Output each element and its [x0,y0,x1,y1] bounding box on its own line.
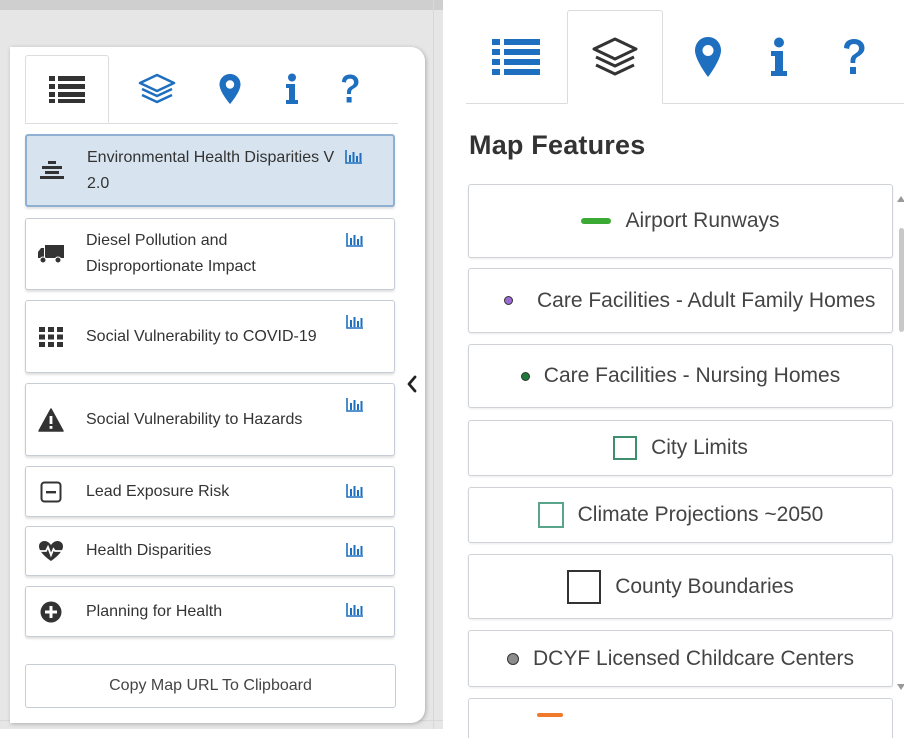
feature-nursing-homes[interactable]: Care Facilities - Nursing Homes [468,344,893,408]
feature-childcare-centers[interactable]: DCYF Licensed Childcare Centers [468,630,893,687]
green-dot-icon [520,371,530,381]
feature-label: Care Facilities - Nursing Homes [543,364,841,387]
layers-icon [592,37,638,76]
page-title: Map Features [469,130,646,160]
feature-label: City Limits [651,436,748,459]
map-marker-icon [695,36,721,77]
square-symbol-icon [613,436,638,460]
layer-button-health-disparities[interactable]: Health Disparities [25,526,395,576]
bar-chart-icon[interactable] [346,233,364,247]
chevron-left-icon[interactable] [404,374,420,394]
map-marker-icon [219,74,241,104]
bar-chart-icon[interactable] [346,398,364,412]
info-icon [286,73,298,104]
warning-icon [38,407,64,433]
minus-square-icon [38,479,64,505]
layers-icon [138,73,176,104]
plus-circle-icon [38,599,64,625]
list-icon [49,76,85,103]
feature-partial-row[interactable] [468,698,893,738]
feature-label: County Boundaries [615,574,794,598]
scrollbar-thumb[interactable] [899,228,904,332]
bar-chart-icon[interactable] [346,315,364,329]
layer-label: Lead Exposure Risk [86,482,230,500]
layer-label: Health Disparities [86,542,212,559]
tab-layers[interactable] [125,55,189,123]
layer-label: Social Vulnerability to COVID-19 [86,327,317,345]
layer-button-lead-exposure[interactable]: Lead Exposure Risk [25,466,395,517]
copy-map-url-button[interactable]: Copy Map URL To Clipboard [25,664,396,708]
tab-info[interactable] [270,55,314,123]
line-symbol-icon [581,218,612,224]
layer-label: Planning for Health [86,602,223,620]
scroll-down-arrow[interactable] [897,684,904,690]
line-symbol-icon [537,713,563,717]
left-tab-bar [25,55,398,124]
tab-legend[interactable] [466,10,566,103]
feature-label: DCYF Licensed Childcare Centers [533,646,854,670]
tab-help[interactable] [328,55,372,123]
tab-legend[interactable] [25,55,109,123]
layer-button-planning-health[interactable]: Planning for Health [25,586,395,637]
tab-layers[interactable] [567,10,663,104]
layer-button-diesel-pollution[interactable]: Diesel Pollution and Disproportionate Im… [25,218,395,290]
question-icon [342,74,359,103]
heartbeat-icon [38,538,64,564]
map-grid-line [433,0,434,729]
bar-chart-icon[interactable] [345,150,363,164]
purple-dot-icon [504,296,513,305]
tab-help[interactable] [826,10,882,103]
stack-icon [39,158,65,184]
feature-label: Airport Runways [625,209,780,232]
bar-chart-icon[interactable] [346,603,364,617]
bar-chart-icon[interactable] [346,484,364,498]
feature-county-boundaries[interactable]: County Boundaries [468,554,893,619]
right-tab-bar [466,10,904,104]
feature-label: Climate Projections ~2050 [577,503,824,526]
tab-info[interactable] [754,10,804,103]
layer-button-hazards-vulnerability[interactable]: Social Vulnerability to Hazards [25,383,395,456]
legend-panel: Environmental Health Disparities V 2.0 D… [10,47,425,723]
layer-button-covid-vulnerability[interactable]: Social Vulnerability to COVID-19 [25,300,395,373]
feature-adult-family-homes[interactable]: Care Facilities - Adult Family Homes [468,268,893,333]
layer-label: Diesel Pollution and Disproportionate Im… [86,232,256,275]
layer-label: Environmental Health Disparities V 2.0 [87,148,335,192]
gray-dot-icon [507,652,520,665]
scroll-up-arrow[interactable] [897,196,904,202]
square-symbol-icon [567,569,602,604]
feature-label: Care Facilities - Adult Family Homes [537,288,876,312]
question-icon [844,38,865,74]
layer-button-environmental-health[interactable]: Environmental Health Disparities V 2.0 [25,134,395,207]
tab-location[interactable] [205,55,255,123]
grid-icon [38,324,64,350]
list-icon [492,38,540,75]
bar-chart-icon[interactable] [346,543,364,557]
feature-climate-projections[interactable]: Climate Projections ~2050 [468,487,893,543]
layer-label: Social Vulnerability to Hazards [86,410,303,428]
feature-city-limits[interactable]: City Limits [468,420,893,476]
square-symbol-icon [537,502,564,528]
info-icon [771,37,787,76]
feature-airport-runways[interactable]: Airport Runways [468,184,893,258]
map-features-panel: Map Features Airport Runways Care Facili… [463,0,904,738]
truck-icon [38,241,64,267]
map-top-strip [0,0,443,10]
tab-location[interactable] [678,10,738,103]
